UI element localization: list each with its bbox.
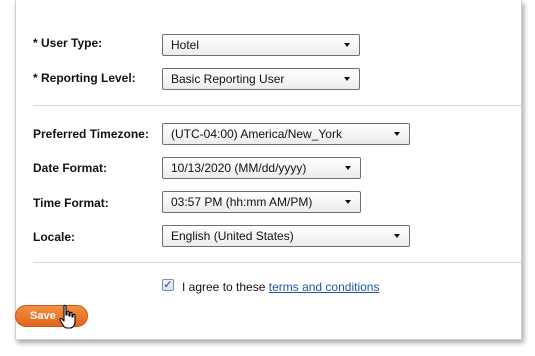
reporting-level-value: Basic Reporting User	[171, 72, 285, 86]
user-settings-panel: * User Type: Hotel * Reporting Level: Ba…	[15, 0, 522, 340]
chevron-down-icon	[394, 132, 400, 136]
chevron-down-icon	[344, 77, 350, 81]
locale-label: Locale:	[33, 230, 76, 244]
timezone-value: (UTC-04:00) America/New_York	[171, 127, 342, 141]
terms-link[interactable]: terms and conditions	[269, 280, 380, 294]
reporting-level-select[interactable]: Basic Reporting User	[162, 68, 360, 90]
user-type-value: Hotel	[171, 38, 200, 52]
chevron-down-icon	[345, 200, 351, 204]
date-format-value: 10/13/2020 (MM/dd/yyyy)	[171, 161, 307, 175]
date-format-label: Date Format:	[33, 161, 108, 175]
agree-text: I agree to these terms and conditions	[182, 280, 379, 294]
time-format-select[interactable]: 03:57 PM (hh:mm AM/PM)	[162, 191, 361, 213]
time-format-value: 03:57 PM (hh:mm AM/PM)	[171, 195, 313, 209]
date-format-select[interactable]: 10/13/2020 (MM/dd/yyyy)	[162, 157, 361, 179]
chevron-down-icon	[344, 43, 350, 47]
timezone-row: Preferred Timezone:	[33, 127, 161, 141]
hand-pointer-icon	[59, 304, 76, 329]
section-divider	[33, 262, 521, 263]
agree-checkbox[interactable]: ✓	[162, 279, 174, 291]
reporting-level-row: * Reporting Level:	[33, 71, 161, 85]
locale-value: English (United States)	[171, 229, 294, 243]
user-type-select[interactable]: Hotel	[162, 34, 360, 56]
reporting-level-label: * Reporting Level:	[33, 71, 136, 85]
user-type-row: * User Type:	[33, 36, 161, 50]
time-format-row: Time Format:	[33, 196, 161, 210]
locale-row: Locale:	[33, 230, 161, 244]
section-divider	[33, 105, 521, 106]
agree-label: I agree to these	[182, 280, 266, 294]
chevron-down-icon	[345, 166, 351, 170]
time-format-label: Time Format:	[33, 196, 109, 210]
user-type-label: * User Type:	[33, 36, 103, 50]
chevron-down-icon	[394, 234, 400, 238]
timezone-select[interactable]: (UTC-04:00) America/New_York	[162, 123, 410, 145]
timezone-label: Preferred Timezone:	[33, 127, 149, 141]
save-label: Save	[30, 310, 56, 322]
date-format-row: Date Format:	[33, 161, 161, 175]
locale-select[interactable]: English (United States)	[162, 225, 410, 247]
